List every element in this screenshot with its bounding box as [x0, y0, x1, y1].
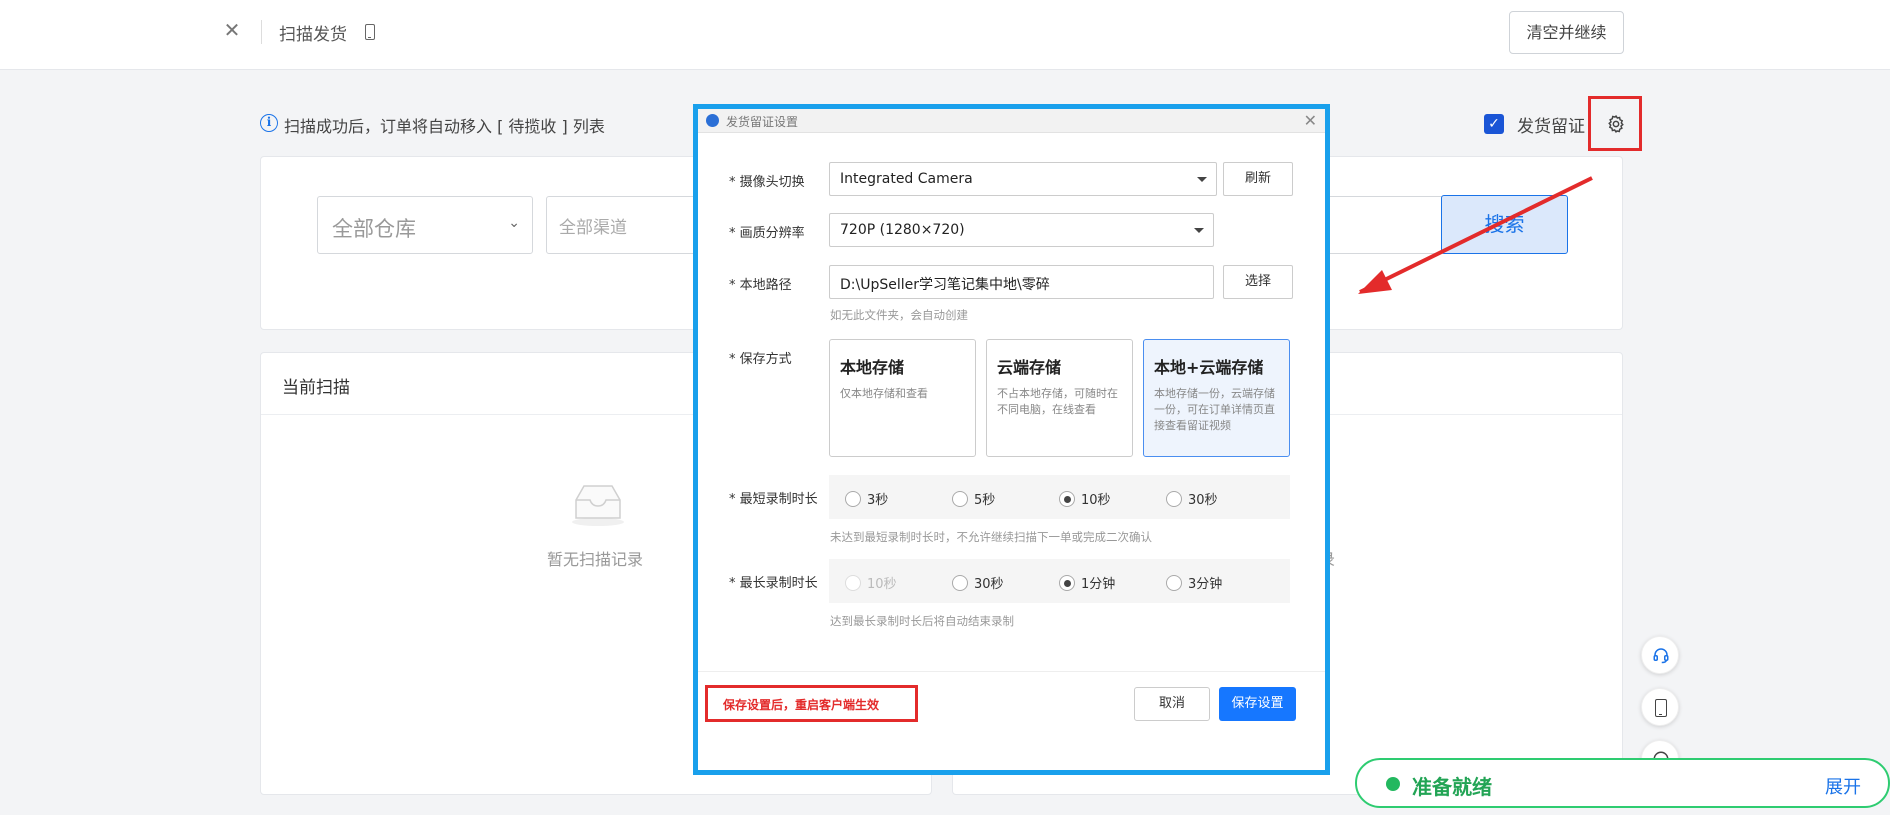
camera-select[interactable]: Integrated Camera [829, 162, 1217, 196]
storage-label: * 保存方式 [729, 352, 792, 367]
storage-option-title: 云端存储 [997, 358, 1062, 377]
path-input[interactable]: D:\UpSeller学习笔记集中地\零碎 [829, 265, 1214, 299]
storage-option-title: 本地存储 [840, 358, 905, 377]
camera-label: * 摄像头切换 [729, 175, 805, 190]
radio-label: 3分钟 [1188, 577, 1223, 592]
min-duration-label: * 最短录制时长 [729, 492, 818, 507]
top-bar: ✕ 扫描发货 清空并继续 [0, 0, 1890, 70]
status-text: 准备就绪 [1412, 775, 1492, 799]
app-logo-icon [706, 114, 719, 127]
channel-select[interactable]: 全部渠道 [546, 196, 696, 254]
max-duration-radio-group: 10秒 30秒 1分钟 3分钟 [829, 559, 1290, 603]
max-duration-option[interactable]: 1分钟 [1059, 573, 1115, 592]
storage-option-cloud[interactable]: 云端存储 不占本地存储，可随时在不同电脑，在线查看 [986, 339, 1133, 457]
radio-circle [952, 491, 968, 507]
storage-option-local[interactable]: 本地存储 仅本地存储和查看 [829, 339, 976, 457]
save-settings-button[interactable]: 保存设置 [1219, 687, 1296, 721]
storage-option-desc: 仅本地存储和查看 [840, 387, 928, 400]
radio-label: 1分钟 [1081, 577, 1116, 592]
status-bar: 准备就绪 展开 [1355, 758, 1890, 808]
empty-inbox-icon [572, 485, 624, 526]
gear-icon[interactable] [1606, 114, 1626, 134]
restart-note: 保存设置后，重启客户端生效 [705, 685, 918, 722]
min-duration-radio-group: 3秒 5秒 10秒 30秒 [829, 475, 1290, 519]
min-duration-option[interactable]: 3秒 [845, 489, 888, 508]
path-label: * 本地路径 [729, 278, 792, 293]
radio-circle [1166, 491, 1182, 507]
warehouse-select-value: 全部仓库 [332, 217, 416, 241]
radio-circle-selected [1059, 575, 1075, 591]
warehouse-select[interactable]: 全部仓库 ⌄ [317, 196, 533, 254]
resolution-select-value: 720P (1280×720) [840, 222, 965, 238]
divider [261, 20, 262, 44]
min-duration-option[interactable]: 5秒 [952, 489, 995, 508]
dialog-close-icon[interactable]: ✕ [1304, 111, 1317, 130]
settings-highlight-box [1588, 96, 1642, 151]
dropdown-arrow-icon [1197, 177, 1207, 182]
radio-label: 10秒 [1081, 493, 1111, 508]
cancel-button[interactable]: 取消 [1134, 687, 1210, 721]
close-icon[interactable]: ✕ [222, 20, 242, 40]
radio-label: 30秒 [1188, 493, 1218, 508]
dialog-footer-divider [698, 671, 1325, 672]
radio-label: 10秒 [867, 577, 897, 592]
storage-option-desc: 不占本地存储，可随时在不同电脑，在线查看 [997, 387, 1118, 416]
storage-option-local-cloud[interactable]: 本地+云端存储 本地存储一份，云端存储一份，可在订单详情页直接查看留证视频 [1143, 339, 1290, 457]
max-duration-hint: 达到最长录制时长后将自动结束录制 [830, 614, 1014, 628]
dialog-titlebar: 发货留证设置 ✕ [698, 109, 1325, 133]
expand-link[interactable]: 展开 [1825, 773, 1861, 799]
radio-circle [845, 575, 861, 591]
evidence-checkbox[interactable]: ✓ [1484, 114, 1504, 134]
refresh-button[interactable]: 刷新 [1223, 162, 1293, 196]
radio-circle [845, 491, 861, 507]
empty-text: 暂无扫描记录 [547, 550, 644, 569]
radio-circle [1166, 575, 1182, 591]
max-duration-option[interactable]: 30秒 [952, 573, 1004, 592]
radio-label: 3秒 [867, 493, 889, 508]
radio-label: 5秒 [974, 493, 996, 508]
evidence-settings-dialog: 发货留证设置 ✕ * 摄像头切换 Integrated Camera 刷新 * … [693, 104, 1330, 775]
clear-and-continue-button[interactable]: 清空并继续 [1509, 11, 1624, 54]
phone-icon[interactable] [365, 24, 375, 40]
status-dot [1386, 777, 1400, 791]
storage-option-title: 本地+云端存储 [1154, 358, 1264, 377]
max-duration-label: * 最长录制时长 [729, 576, 818, 591]
headset-icon [1653, 648, 1669, 664]
min-duration-option[interactable]: 10秒 [1059, 489, 1111, 508]
channel-select-value: 全部渠道 [559, 218, 627, 238]
storage-option-desc: 本地存储一份，云端存储一份，可在订单详情页直接查看留证视频 [1154, 387, 1275, 432]
resolution-select[interactable]: 720P (1280×720) [829, 213, 1214, 247]
dialog-title: 发货留证设置 [726, 115, 799, 129]
max-duration-option[interactable]: 3分钟 [1166, 573, 1222, 592]
info-message: 扫描成功后，订单将自动移入 [ 待揽收 ] 列表 [284, 117, 605, 136]
evidence-checkbox-label: 发货留证 [1517, 117, 1585, 137]
path-hint: 如无此文件夹，会自动创建 [830, 308, 968, 322]
min-duration-option[interactable]: 30秒 [1166, 489, 1218, 508]
radio-circle [952, 575, 968, 591]
page-title: 扫描发货 [279, 25, 347, 45]
mobile-button[interactable] [1641, 688, 1679, 726]
dropdown-arrow-icon [1194, 228, 1204, 233]
mobile-icon [1655, 699, 1667, 717]
path-input-value: D:\UpSeller学习笔记集中地\零碎 [840, 277, 1050, 293]
max-duration-option-disabled: 10秒 [845, 573, 897, 592]
annotation-arrow [1358, 176, 1593, 294]
choose-folder-button[interactable]: 选择 [1223, 265, 1293, 299]
radio-label: 30秒 [974, 577, 1004, 592]
support-button[interactable] [1641, 636, 1679, 674]
radio-circle-selected [1059, 491, 1075, 507]
resolution-label: * 画质分辨率 [729, 226, 805, 241]
info-icon: i [260, 114, 278, 132]
min-duration-hint: 未达到最短录制时长时，不允许继续扫描下一单或完成二次确认 [830, 530, 1152, 544]
camera-select-value: Integrated Camera [840, 171, 973, 187]
chevron-down-icon: ⌄ [508, 215, 520, 231]
